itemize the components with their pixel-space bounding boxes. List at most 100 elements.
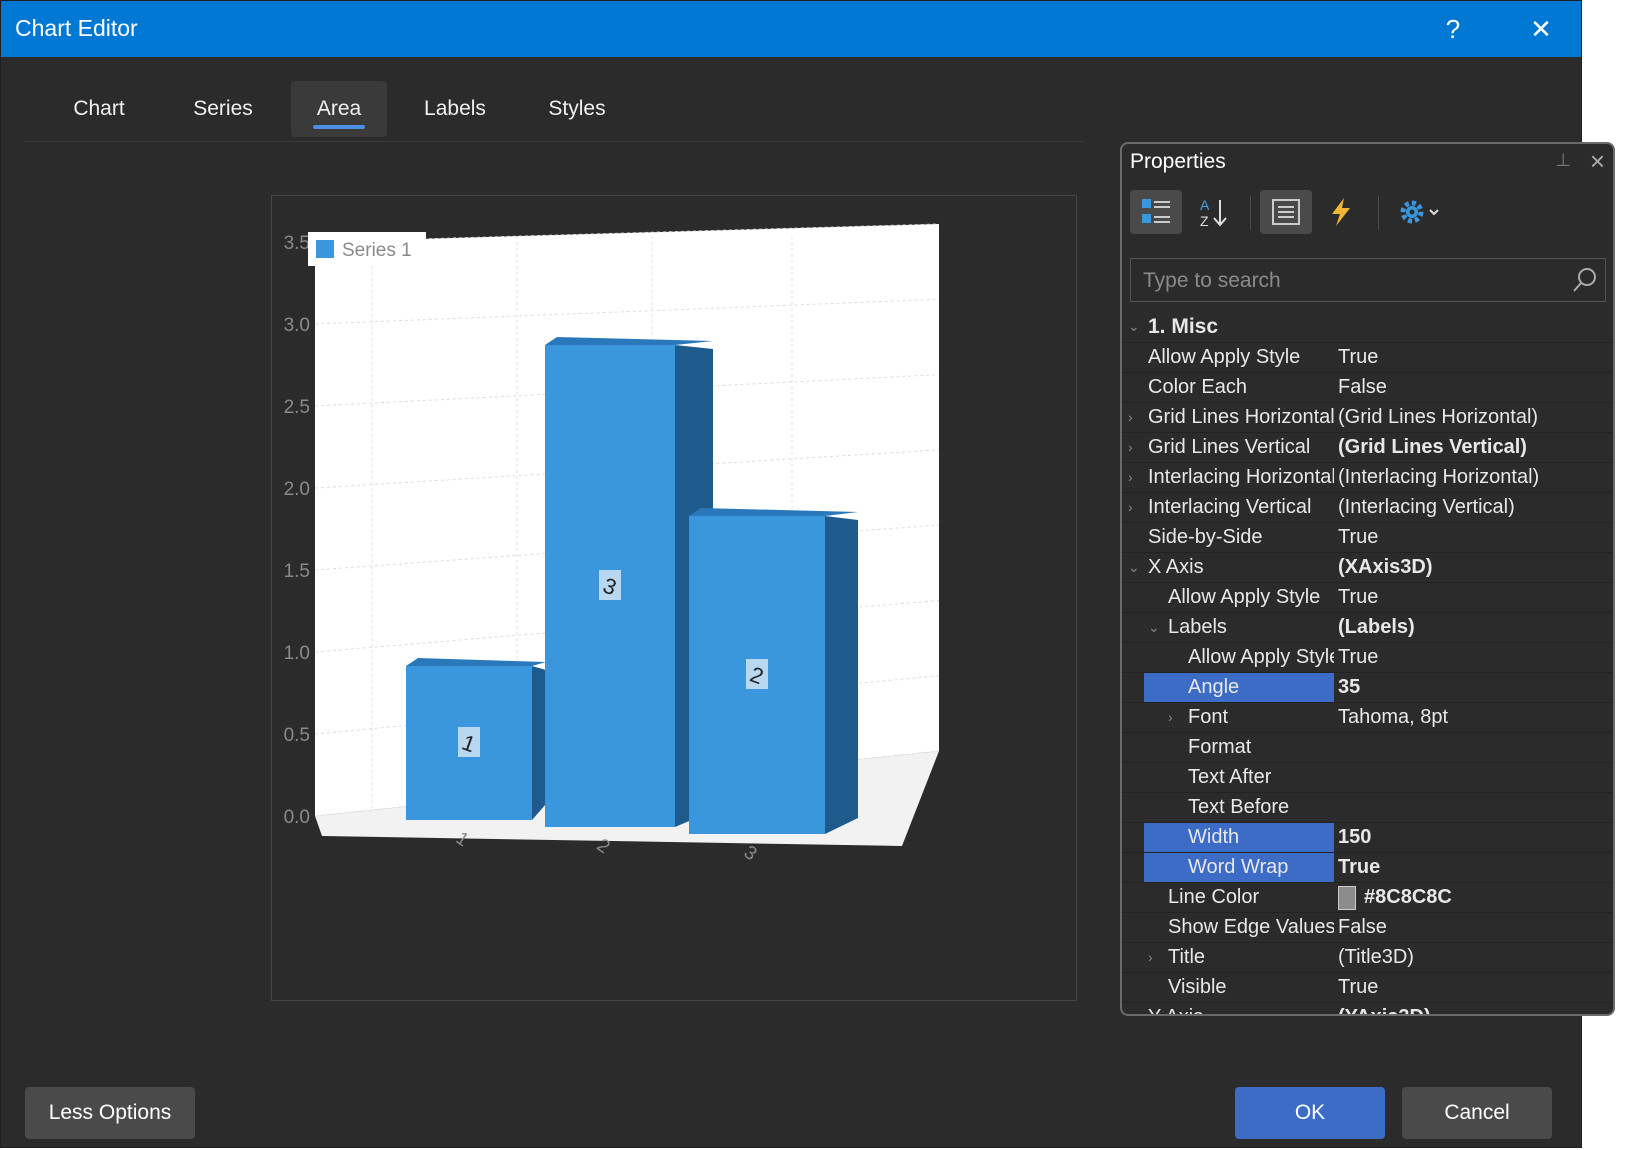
property-value-text: True (1338, 346, 1379, 368)
categorized-view-button[interactable] (1130, 190, 1182, 234)
categorized-icon (1142, 199, 1170, 223)
close-icon[interactable]: × (1590, 146, 1605, 177)
property-row[interactable]: › Grid Lines Vertical (Grid Lines Vertical… (1122, 433, 1613, 463)
property-row[interactable]: › Font Tahoma, 8pt (1122, 703, 1613, 733)
property-row[interactable]: Visible True (1122, 973, 1613, 1003)
property-value-text: (Grid Lines Horizontal) (1338, 406, 1539, 428)
property-name: Line Color (1168, 886, 1260, 908)
help-button[interactable]: ? (1433, 9, 1473, 49)
property-row[interactable]: › Title (Title3D) (1122, 943, 1613, 973)
settings-dropdown-button[interactable] (1388, 190, 1452, 234)
property-name: Title (1168, 946, 1206, 968)
expand-icon[interactable]: › (1128, 493, 1133, 522)
property-value[interactable]: 35 (1334, 673, 1613, 702)
property-value[interactable]: 150 (1334, 823, 1613, 852)
tab-area[interactable]: Area (291, 81, 387, 137)
property-value[interactable]: (Interlacing Vertical) (1334, 493, 1613, 522)
property-value[interactable]: #8C8C8C (1334, 883, 1613, 912)
property-value[interactable]: (Labels) (1334, 613, 1613, 642)
property-name: Grid Lines Vertical (1148, 436, 1311, 458)
property-row[interactable]: ⌄ X Axis (XAxis3D) (1122, 553, 1613, 583)
y-tick-label: 1.0 (284, 643, 310, 664)
pin-icon[interactable]: ⊥ (1555, 150, 1571, 171)
property-value[interactable]: (YAxis3D) (1334, 1003, 1613, 1014)
property-row[interactable]: Show Edge Values False (1122, 913, 1613, 943)
property-value[interactable]: True (1334, 523, 1613, 552)
property-row[interactable]: Color Each False (1122, 373, 1613, 403)
property-row[interactable]: Side-by-Side True (1122, 523, 1613, 553)
search-input[interactable] (1141, 265, 1565, 297)
property-row[interactable]: Angle 35 (1122, 673, 1613, 703)
property-value[interactable]: (Grid Lines Vertical) (1334, 433, 1613, 462)
tab-chart[interactable]: Chart (45, 81, 153, 137)
property-row[interactable]: › Interlacing Horizontal (Interlacing Hori… (1122, 463, 1613, 493)
properties-view-button[interactable] (1260, 190, 1312, 234)
close-button[interactable]: ✕ (1521, 9, 1561, 49)
collapse-icon[interactable]: ⌄ (1128, 553, 1140, 582)
expand-icon[interactable]: › (1128, 463, 1133, 492)
search-icon[interactable] (1571, 266, 1599, 294)
collapse-icon[interactable]: ⌄ (1128, 312, 1140, 341)
active-tab-indicator (313, 125, 365, 129)
property-value[interactable]: True (1334, 643, 1613, 672)
property-row[interactable]: Text After (1122, 763, 1613, 793)
property-name: Interlacing Vertical (1148, 496, 1312, 518)
property-value-text: (Interlacing Horizontal) (1338, 466, 1540, 488)
property-row[interactable]: Line Color #8C8C8C (1122, 883, 1613, 913)
property-value[interactable]: False (1334, 373, 1613, 402)
properties-title: Properties (1130, 150, 1226, 173)
property-row[interactable]: Width 150 (1122, 823, 1613, 853)
property-value[interactable]: (Interlacing Horizontal) (1334, 463, 1613, 492)
property-value[interactable]: False (1334, 913, 1613, 942)
cancel-button[interactable]: Cancel (1402, 1087, 1552, 1139)
property-value[interactable] (1334, 763, 1613, 792)
tab-label: Series (193, 97, 253, 120)
property-name: Grid Lines Horizontal (1148, 406, 1334, 428)
property-name: Text Before (1188, 796, 1290, 818)
property-value[interactable]: Tahoma, 8pt (1334, 703, 1613, 732)
property-category[interactable]: ⌄ 1. Misc (1122, 312, 1613, 343)
expand-icon[interactable]: › (1128, 1003, 1133, 1014)
y-tick-label: 3.0 (284, 315, 310, 336)
expand-icon[interactable]: › (1128, 403, 1133, 432)
property-row[interactable]: Word Wrap True (1122, 853, 1613, 883)
bar-side (532, 666, 546, 820)
property-row[interactable]: Allow Apply Style True (1122, 343, 1613, 373)
x-tick-label: 3 (740, 842, 761, 865)
property-name: X Axis (1148, 556, 1204, 578)
expand-icon[interactable]: › (1128, 433, 1133, 462)
property-value-text: 150 (1338, 826, 1372, 848)
property-name: Allow Apply Style (1168, 586, 1321, 608)
property-value[interactable]: (Title3D) (1334, 943, 1613, 972)
property-value[interactable]: True (1334, 343, 1613, 372)
property-value[interactable]: True (1334, 853, 1613, 882)
property-row[interactable]: Format (1122, 733, 1613, 763)
tab-series[interactable]: Series (163, 81, 283, 137)
property-row[interactable]: › Interlacing Vertical (Interlacing Vertic… (1122, 493, 1613, 523)
property-value-text: (YAxis3D) (1338, 1006, 1431, 1014)
property-name-cell (1144, 703, 1334, 732)
property-value-text: False (1338, 916, 1387, 938)
property-name: Color Each (1148, 376, 1247, 398)
property-row[interactable]: Allow Apply Style True (1122, 583, 1613, 613)
property-row[interactable]: Text Before (1122, 793, 1613, 823)
tab-labels[interactable]: Labels (397, 81, 513, 137)
alphabetical-sort-button[interactable]: A Z (1188, 190, 1240, 234)
property-name: Interlacing Horizontal (1148, 466, 1334, 488)
property-row[interactable]: Allow Apply Style True (1122, 643, 1613, 673)
property-row[interactable]: ⌄ Labels (Labels) (1122, 613, 1613, 643)
property-name: Show Edge Values (1168, 916, 1334, 938)
ok-button[interactable]: OK (1235, 1087, 1385, 1139)
property-value-text: (Title3D) (1338, 946, 1414, 968)
events-view-button[interactable] (1316, 190, 1368, 234)
property-row[interactable]: › Y Axis (YAxis3D) (1122, 1003, 1613, 1014)
property-value[interactable]: True (1334, 973, 1613, 1002)
property-value[interactable]: (XAxis3D) (1334, 553, 1613, 582)
property-value[interactable]: (Grid Lines Horizontal) (1334, 403, 1613, 432)
property-value[interactable]: True (1334, 583, 1613, 612)
tab-styles[interactable]: Styles (519, 81, 635, 137)
property-value[interactable] (1334, 733, 1613, 762)
property-value[interactable] (1334, 793, 1613, 822)
less-options-button[interactable]: Less Options (25, 1087, 195, 1139)
property-row[interactable]: › Grid Lines Horizontal (Grid Lines Horizo… (1122, 403, 1613, 433)
